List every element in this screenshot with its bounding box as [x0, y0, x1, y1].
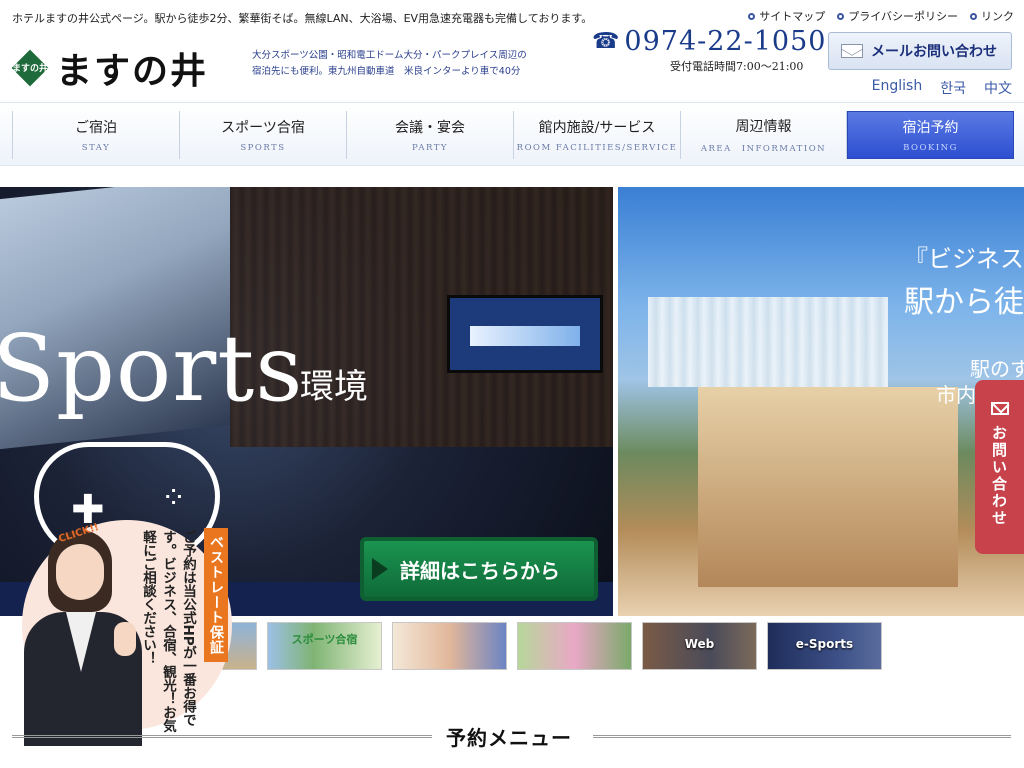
lang-korean-link[interactable]: 한국 — [940, 78, 966, 98]
thumbnail-web-meeting[interactable]: Web — [642, 622, 757, 670]
thumbnail-esports[interactable]: e-Sports — [767, 622, 882, 670]
staff-photo[interactable] — [18, 530, 148, 746]
language-switcher: English 한국 中文 — [872, 78, 1012, 98]
hero-right-line2: 駅から徒 — [904, 285, 1024, 320]
floating-contact-tab[interactable]: お問い合わせ — [975, 380, 1024, 554]
hero-subheadline: 環境 — [300, 367, 368, 407]
slide-thumbnails: スポーツ合宿 Web e-Sports — [222, 622, 882, 670]
hotel-description: 大分スポーツ公園・昭和電工ドーム大分・パークプレイス周辺の 宿泊先にも便利。東九… — [252, 50, 527, 77]
sitemap-link[interactable]: サイトマップ — [748, 8, 825, 24]
best-rate-badge[interactable]: ベストレート保証 — [204, 528, 228, 662]
main-nav: ご宿泊 STAY スポーツ合宿 SPORTS 会議・宴会 PARTY 館内施設/… — [0, 102, 1024, 166]
racing-monitor — [447, 295, 603, 373]
section-title: 予約メニュー — [446, 726, 572, 750]
logo-text: ますの井 — [56, 50, 209, 92]
thumbnail-business[interactable] — [392, 622, 507, 670]
nav-party[interactable]: 会議・宴会 PARTY — [346, 111, 513, 159]
booking-promo-copy: ご予約は当公式HPが一番お得です。ビジネス、合宿、観光！お気軽にご相談ください！ — [140, 530, 196, 733]
lang-chinese-link[interactable]: 中文 — [984, 78, 1012, 98]
hero-slide-business[interactable]: 『ビジネス 駅から徒 駅のす 市内 — [618, 187, 1024, 616]
divider-right — [593, 735, 1011, 738]
bullet-icon — [837, 12, 845, 20]
bullet-icon — [748, 12, 756, 20]
lang-english-link[interactable]: English — [872, 78, 923, 98]
divider-left — [12, 735, 432, 738]
hero-right-line3: 駅のす — [970, 357, 1024, 381]
hero-right-line1: 『ビジネス — [904, 245, 1024, 273]
bullet-icon — [970, 12, 977, 20]
phone-hours: 受付電話時間7:00〜21:00 — [670, 60, 804, 73]
logo-mark-icon: ますの井 — [11, 49, 49, 87]
play-arrow-icon — [372, 558, 388, 580]
nav-sports[interactable]: スポーツ合宿 SPORTS — [179, 111, 346, 159]
waterfall-image — [648, 297, 888, 387]
hotel-interior-image — [698, 387, 958, 587]
links-link[interactable]: リンク — [970, 8, 1014, 24]
site-tagline: ホテルますの井公式ページ。駅から徒歩2分、繁華街そば。無線LAN、大浴場、EV用… — [12, 12, 593, 25]
details-button[interactable]: 詳細はこちらから — [360, 537, 598, 601]
thumbnail-sightseeing[interactable] — [517, 622, 632, 670]
top-links: サイトマップ プライバシーポリシー リンク — [748, 8, 1014, 24]
nav-stay[interactable]: ご宿泊 STAY — [12, 111, 179, 159]
mail-icon — [841, 44, 863, 58]
phone-icon: ☎ — [592, 29, 621, 54]
thumbnail-sports[interactable]: スポーツ合宿 — [267, 622, 382, 670]
nav-facilities[interactable]: 館内施設/サービス ROOM FACILITIES/SERVICE — [513, 111, 680, 159]
phone-number[interactable]: ☎ 0974-22-1050 — [592, 26, 826, 57]
envelope-icon — [990, 402, 1009, 415]
hero-headline: Sports — [0, 315, 304, 422]
mail-inquiry-button[interactable]: メールお問い合わせ — [828, 32, 1012, 70]
hero-right-line4: 市内 — [936, 383, 976, 407]
site-logo[interactable]: ますの井 ますの井 — [11, 42, 209, 94]
privacy-policy-link[interactable]: プライバシーポリシー — [837, 8, 958, 24]
page: ホテルますの井公式ページ。駅から徒歩2分、繁華街そば。無線LAN、大浴場、EV用… — [0, 0, 1024, 768]
nav-area-info[interactable]: 周辺情報 AREA INFORMATION — [680, 111, 847, 159]
nav-booking[interactable]: 宿泊予約 BOOKING — [847, 111, 1014, 159]
